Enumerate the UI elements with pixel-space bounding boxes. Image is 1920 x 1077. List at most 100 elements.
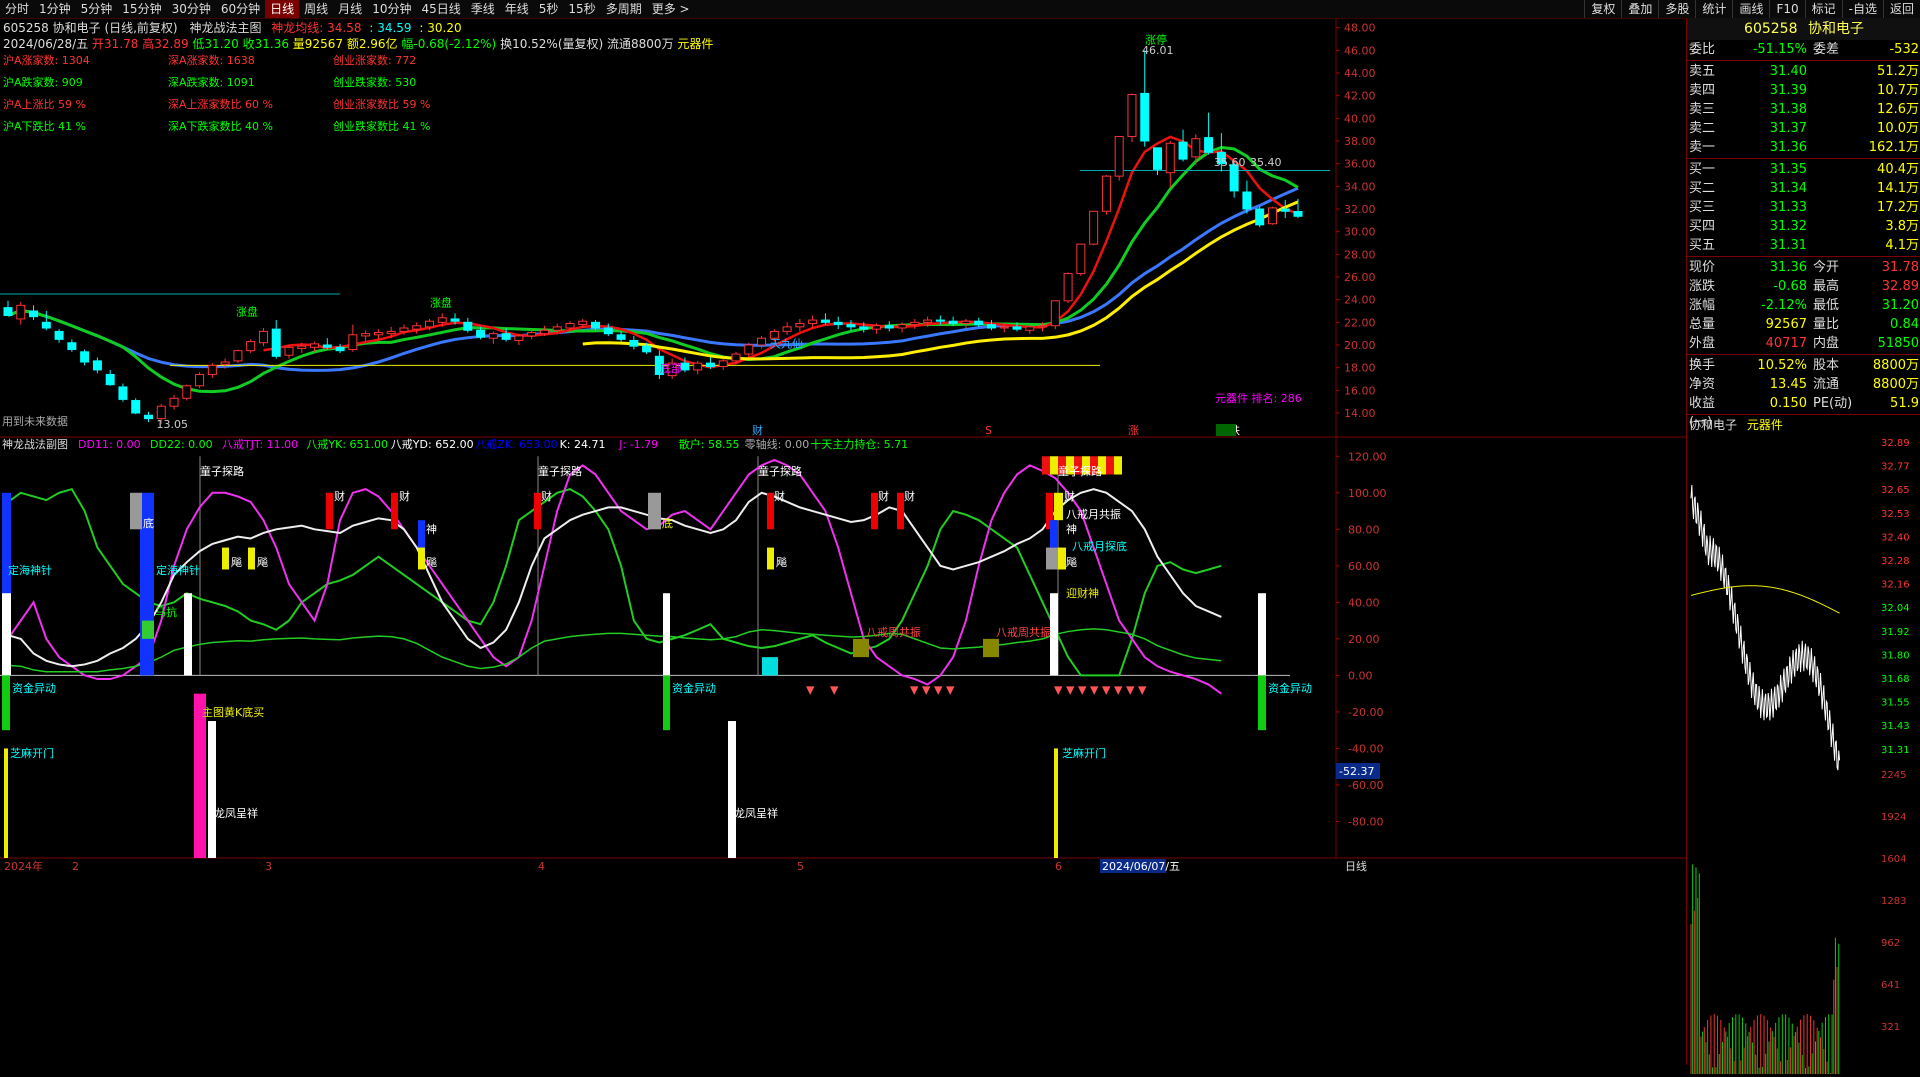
quote-panel: 605258 协和电子 委比 -51.15% 委差 -532 卖五 31.40 51… [1686, 18, 1920, 1074]
mini-tick-label: 31.80 [1881, 650, 1910, 661]
diamond-icon: ▼ [806, 684, 815, 697]
sub-label-kuo: 飚 [257, 555, 268, 569]
bid-volume: 3.8万 [1885, 219, 1919, 234]
candle-body [1114, 135, 1124, 177]
stat2-label-2: 流通 [1813, 377, 1840, 392]
signal-bar-neg [208, 721, 216, 858]
stat2-value: 10.52% [1757, 358, 1807, 373]
banner-stripe [1042, 456, 1050, 475]
sub-label-tongzi: 童子探路 [1058, 464, 1102, 478]
mini-tick-label: 31.55 [1881, 698, 1910, 709]
signal-bar [983, 638, 999, 658]
x-axis-label: 2024年 [4, 859, 43, 873]
diamond-icon: ▼ [1090, 684, 1099, 697]
stat-value-2: 31.20 [1881, 298, 1919, 313]
candle-body [195, 373, 205, 387]
ask-price: 31.36 [1769, 140, 1807, 155]
toolbar-button-6[interactable]: 标记 [1804, 0, 1842, 18]
weicha-value: -532 [1889, 42, 1919, 57]
signal-bar [418, 520, 425, 548]
sub-label-cai: 财 [1064, 489, 1075, 503]
signal-label: 涨盘 [236, 305, 258, 319]
signal-bar-neg [663, 675, 670, 731]
candle-body [642, 345, 652, 353]
candle-body [1089, 210, 1099, 245]
candle-body [1076, 243, 1086, 275]
signal-bar [897, 492, 904, 530]
candle-body [795, 322, 805, 328]
candle-body [246, 341, 256, 352]
mini-tick-label: 32.89 [1881, 438, 1910, 449]
y-tick-label: 26.00 [1344, 271, 1376, 284]
mark-2: 35.40 [1250, 156, 1282, 169]
candle-body [3, 307, 13, 317]
mini-tick-label: 32.77 [1881, 462, 1910, 473]
mini-vol-tick: 321 [1881, 1022, 1900, 1033]
x-cursor-label: 2024/06/07/五 [1102, 860, 1180, 873]
ma-yellow-line [582, 200, 1299, 361]
stat2-value: 0.150 [1769, 396, 1807, 411]
stat2-value-2: 8800万 [1872, 358, 1919, 373]
signal-bar [648, 492, 661, 530]
signal-bar [767, 492, 774, 530]
diamond-icon: ▼ [922, 684, 931, 697]
tag-list-bg [1216, 424, 1236, 436]
sub-label-tongzi: 童子探路 [758, 464, 802, 478]
candle-body [131, 400, 141, 414]
y-tick-label: 14.00 [1344, 407, 1376, 420]
toolbar-button-3[interactable]: 统计 [1695, 0, 1732, 18]
bid-book: 买一 31.35 40.4万 买二 31.34 14.1万 买三 31.33 17.2万 买四 31… [1687, 160, 1920, 255]
candle-body [1050, 300, 1060, 327]
candle-body [182, 385, 192, 399]
stat-row-0: 现价 31.36 今开 31.78 [1687, 258, 1920, 277]
x-axis-label: 5 [797, 860, 804, 873]
stat2-value-2: 8800万 [1872, 377, 1919, 392]
stat2-row-1: 净资 13.45 流通 8800万 [1687, 375, 1920, 394]
toolbar-button-5[interactable]: F10 [1769, 0, 1804, 18]
chart-canvas[interactable]: 沪A涨家数: 1304 深A涨家数: 1638 创业涨家数: 772 沪A跌家数: 9… [0, 0, 1686, 1065]
sub-legend-item: 八戒TJT: 11.00 [222, 438, 298, 451]
sub-y-tick-label: -40.00 [1348, 742, 1383, 755]
toolbar-button-4[interactable]: 画线 [1732, 0, 1769, 18]
candle-body [80, 351, 90, 363]
stat-value: -0.68 [1773, 279, 1807, 294]
weicha-label: 委差 [1813, 42, 1840, 57]
candle-body [92, 360, 102, 371]
mini-vol-tick: 1924 [1881, 812, 1906, 823]
candle-body [897, 324, 907, 329]
stat2-row-0: 换手 10.52% 股本 8800万 [1687, 356, 1920, 375]
ask-book: 卖五 31.40 51.2万 卖四 31.39 10.7万 卖三 31.38 12.6万 卖二 31… [1687, 62, 1920, 157]
y-tick-label: 16.00 [1344, 384, 1376, 397]
toolbar-button-8[interactable]: 返回 [1882, 0, 1920, 18]
market-stat: 创业跌家数: 530 [333, 75, 416, 89]
sub-label-cai: 财 [774, 489, 785, 503]
stat-value: 92567 [1765, 317, 1807, 332]
x-axis-label: 2 [72, 860, 79, 873]
signal-bar [130, 492, 142, 530]
mini-tick-label: 32.04 [1881, 603, 1910, 614]
stat2-value: 13.45 [1769, 377, 1807, 392]
candle-body [1242, 191, 1252, 210]
toolbar-button-7[interactable]: -自选 [1841, 0, 1883, 18]
signal-label: 涨盘 [430, 295, 452, 309]
sub-title: 神龙战法副图 [2, 437, 68, 451]
signal-bar [222, 547, 229, 570]
sub-legend-item: K: 24.71 [560, 438, 606, 451]
candle-body [1280, 208, 1290, 212]
candle-body [974, 320, 984, 326]
candle-body [258, 330, 268, 344]
signal-bar [762, 657, 778, 676]
diamond-icon: ▼ [1114, 684, 1123, 697]
banner-stripe [1106, 456, 1114, 475]
banner-stripe [1050, 456, 1058, 475]
ask-label: 卖一 [1689, 140, 1716, 155]
signal-bar [1058, 547, 1066, 570]
stat-value-2: 51850 [1877, 336, 1919, 351]
stat2-label-2: PE(动) [1813, 396, 1853, 411]
candle-body [961, 320, 971, 324]
candle-body [118, 386, 128, 400]
sub-label-zijin: 资金异动 [12, 681, 56, 695]
sub-y-tick-label: 100.00 [1348, 487, 1387, 500]
stat-value: -2.12% [1761, 298, 1807, 313]
sub-label-bajie_zhou: 八戒周共振 [996, 625, 1051, 639]
